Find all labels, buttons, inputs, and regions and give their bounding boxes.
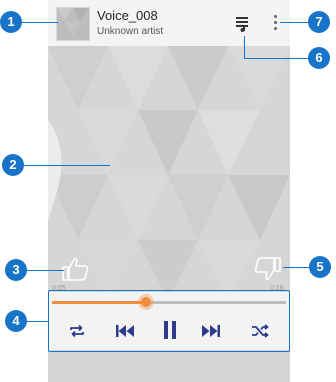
controls-highlight xyxy=(48,290,290,352)
callout-badge-5: 5 xyxy=(309,256,331,278)
callout-badge-4: 4 xyxy=(5,310,27,332)
callout-line-4 xyxy=(26,321,48,322)
top-bar: Voice_008 Unknown artist xyxy=(48,0,290,46)
callout-line-2 xyxy=(22,165,110,166)
callout-line-5 xyxy=(283,267,311,268)
callout-line-1 xyxy=(22,22,58,23)
callout-badge-2: 2 xyxy=(2,154,24,176)
track-title: Voice_008 xyxy=(97,8,158,23)
callout-badge-6: 6 xyxy=(308,47,330,69)
more-vert-icon[interactable] xyxy=(270,12,280,34)
thumb-up-icon[interactable] xyxy=(60,256,90,282)
callout-line-6-vertical xyxy=(244,36,245,58)
callout-badge-1: 1 xyxy=(0,11,22,33)
thumb-down-icon[interactable] xyxy=(253,256,283,282)
callout-line-7 xyxy=(280,22,308,23)
callout-line-6 xyxy=(244,58,308,59)
callout-badge-3: 3 xyxy=(5,259,27,281)
callout-line-3 xyxy=(26,270,64,271)
playlist-icon[interactable] xyxy=(236,16,250,32)
album-thumbnail[interactable] xyxy=(56,7,90,41)
track-artist: Unknown artist xyxy=(97,26,164,37)
callout-badge-7: 7 xyxy=(308,11,330,33)
